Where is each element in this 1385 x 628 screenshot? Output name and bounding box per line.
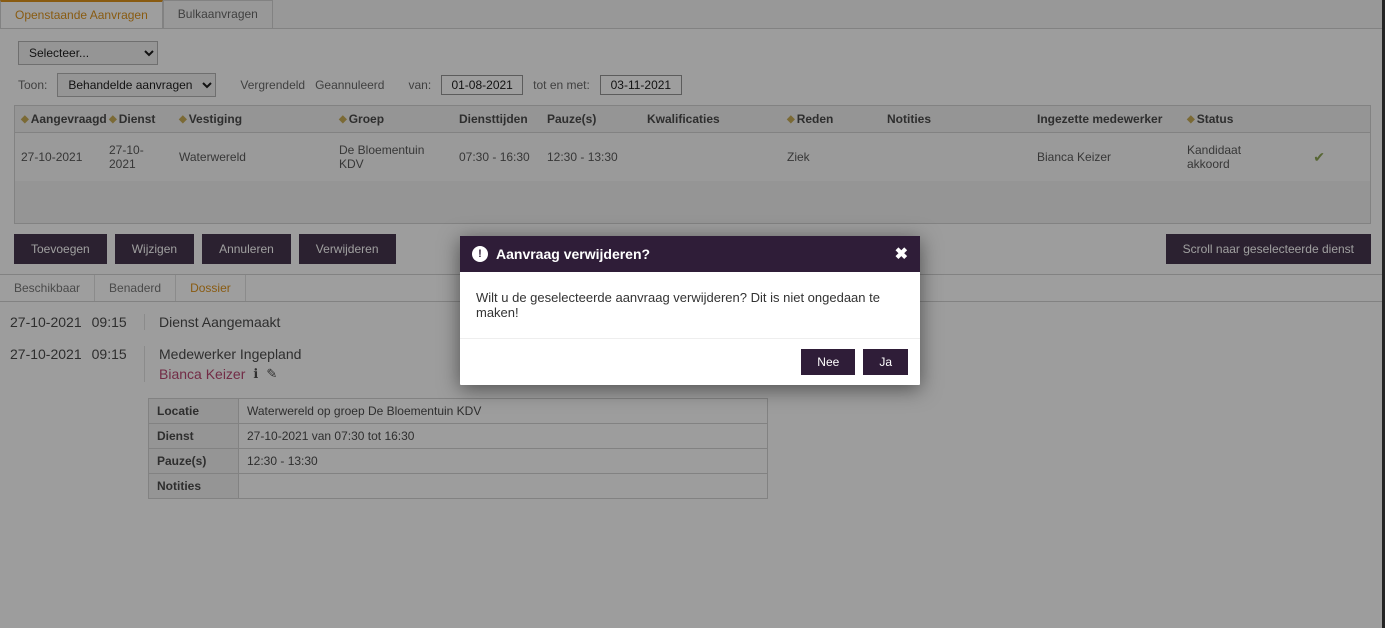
confirm-delete-modal: ! Aanvraag verwijderen? ✖ Wilt u de gese… (460, 236, 920, 385)
modal-title: Aanvraag verwijderen? (496, 246, 650, 262)
page-root: Openstaande Aanvragen Bulkaanvragen Sele… (0, 0, 1385, 628)
modal-body: Wilt u de geselecteerde aanvraag verwijd… (460, 272, 920, 339)
modal-footer: Nee Ja (460, 339, 920, 385)
warning-icon: ! (472, 246, 488, 262)
modal-header: ! Aanvraag verwijderen? ✖ (460, 236, 920, 272)
nee-button[interactable]: Nee (801, 349, 855, 375)
close-icon[interactable]: ✖ (895, 244, 908, 264)
ja-button[interactable]: Ja (863, 349, 908, 375)
